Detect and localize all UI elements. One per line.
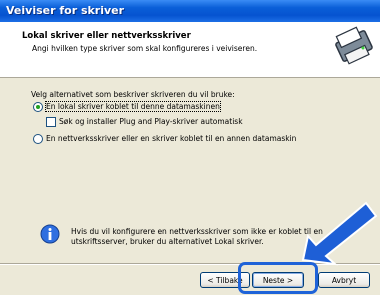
wizard-header: Lokal skriver eller nettverksskriver Ang…: [0, 22, 380, 78]
header-title: Lokal skriver eller nettverksskriver: [22, 31, 191, 41]
plug-and-play-checkbox[interactable]: [46, 117, 56, 127]
info-text-line2: utskriftsserver, bruker du alternativet …: [71, 237, 264, 246]
title-bar[interactable]: Veiviser for skriver: [0, 0, 380, 22]
printer-wizard-window: Veiviser for skriver Lokal skriver eller…: [0, 0, 380, 295]
info-text-line1: Hvis du vil konfigurere en nettverksskri…: [71, 227, 323, 236]
local-printer-label[interactable]: En lokal skriver koblet til denne datama…: [45, 101, 221, 112]
network-printer-label[interactable]: En nettverksskriver eller en skriver kob…: [46, 134, 296, 143]
info-icon: [40, 224, 60, 244]
printer-wizard-icon: [335, 26, 373, 65]
radio-selected-dot: [36, 105, 40, 109]
next-button-highlight: [238, 262, 318, 294]
prompt-text: Velg alternativet som beskriver skrivere…: [31, 90, 235, 99]
local-printer-radio[interactable]: [33, 102, 43, 112]
footer-separator: [0, 263, 380, 265]
network-printer-radio[interactable]: [33, 134, 43, 144]
cancel-button[interactable]: Avbryt: [318, 272, 370, 288]
window-title: Veiviser for skriver: [6, 4, 125, 17]
plug-and-play-label[interactable]: Søk og installer Plug and Play-skriver a…: [59, 117, 243, 126]
header-subtitle: Angi hvilken type skriver som skal konfi…: [32, 44, 258, 53]
